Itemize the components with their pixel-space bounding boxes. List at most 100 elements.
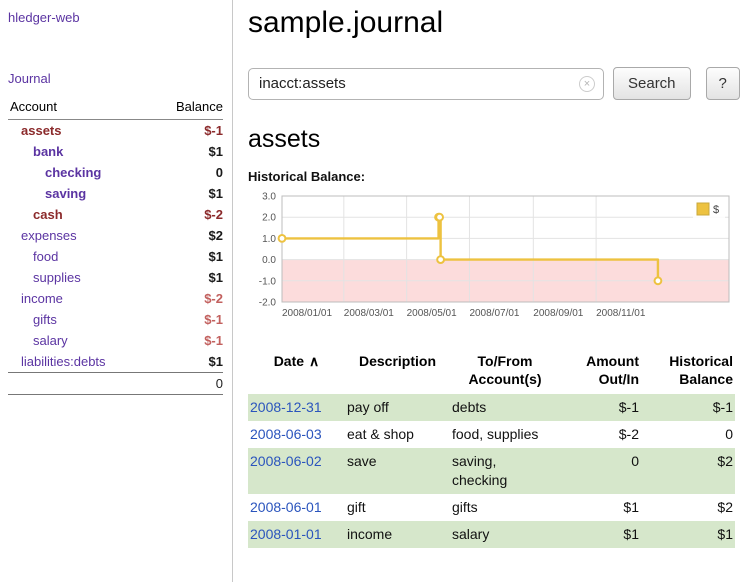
account-link[interactable]: assets	[21, 123, 61, 138]
account-name-cell: salary	[8, 330, 151, 351]
svg-text:2008/05/01: 2008/05/01	[407, 308, 457, 319]
brand-link[interactable]: hledger-web	[8, 10, 223, 25]
svg-text:2008/03/01: 2008/03/01	[344, 308, 394, 319]
transaction-date-link[interactable]: 2008-12-31	[250, 399, 322, 415]
transaction-date-cell: 2008-06-02	[248, 448, 345, 494]
account-link[interactable]: income	[21, 291, 63, 306]
account-row: checking0	[8, 162, 223, 183]
account-link[interactable]: salary	[33, 333, 68, 348]
account-name-cell: assets	[8, 120, 151, 142]
transaction-date-link[interactable]: 2008-01-01	[250, 526, 322, 542]
transaction-running-balance: $1	[641, 521, 735, 548]
svg-text:1.0: 1.0	[262, 234, 276, 245]
transaction-running-balance: $2	[641, 494, 735, 521]
register-body: 2008-12-31pay offdebts$-1$-12008-06-03ea…	[248, 394, 735, 547]
search-input[interactable]	[248, 68, 604, 100]
account-row: income $-2	[8, 288, 223, 309]
account-balance: $1	[151, 183, 223, 204]
svg-text:2.0: 2.0	[262, 213, 276, 224]
balance-chart-svg: -2.0-1.00.01.02.03.02008/01/012008/03/01…	[248, 190, 735, 332]
transaction-date-cell: 2008-06-01	[248, 494, 345, 521]
account-name-cell: cash	[8, 204, 151, 225]
header-line: Historical	[643, 352, 733, 370]
account-link[interactable]: supplies	[33, 270, 81, 285]
account-total-row: 0	[8, 373, 223, 395]
transaction-accounts: gifts	[450, 494, 560, 521]
account-link[interactable]: cash	[33, 207, 63, 222]
account-link[interactable]: expenses	[21, 228, 77, 243]
help-button[interactable]: ?	[706, 67, 740, 100]
account-balance: $1	[151, 351, 223, 373]
chart-legend: $	[693, 200, 725, 218]
account-name-cell: income	[8, 288, 151, 309]
search-button[interactable]: Search	[613, 67, 691, 100]
header-line: Date∧	[250, 352, 343, 370]
svg-text:0.0: 0.0	[262, 255, 276, 266]
account-balance: $1	[151, 246, 223, 267]
transaction-running-balance: $-1	[641, 394, 735, 421]
account-balance: $-2	[151, 288, 223, 309]
account-row: salary$-1	[8, 330, 223, 351]
account-name-cell: liabilities:debts	[8, 351, 151, 373]
account-row: assets$-1	[8, 120, 223, 142]
account-row: expenses $2	[8, 225, 223, 246]
transaction-amount: $-1	[560, 394, 641, 421]
account-link[interactable]: bank	[33, 144, 63, 159]
register-column-header[interactable]: Date∧	[248, 350, 345, 394]
account-name-cell: expenses	[8, 225, 151, 246]
account-name-cell: food	[8, 246, 151, 267]
register-row: 2008-06-02savesaving,checking0$2	[248, 448, 735, 494]
transaction-description: save	[345, 448, 450, 494]
account-link[interactable]: liabilities:debts	[21, 354, 106, 369]
header-line: Balance	[643, 370, 733, 388]
transaction-date-link[interactable]: 2008-06-03	[250, 426, 322, 442]
clear-search-icon[interactable]: ×	[579, 76, 595, 92]
transaction-amount: $1	[560, 494, 641, 521]
svg-text:-2.0: -2.0	[259, 298, 277, 309]
svg-text:-1.0: -1.0	[259, 276, 277, 287]
account-link[interactable]: gifts	[33, 312, 57, 327]
transaction-date-cell: 2008-12-31	[248, 394, 345, 421]
sidebar: hledger-web Journal Account Balance asse…	[0, 0, 233, 582]
transaction-accounts: salary	[450, 521, 560, 548]
transaction-date-cell: 2008-06-03	[248, 421, 345, 448]
account-balance: $2	[151, 225, 223, 246]
register-column-header: Description	[345, 350, 450, 394]
register-row: 2008-06-01 giftgifts$1$2	[248, 494, 735, 521]
balance-column-header: Balance	[151, 99, 223, 120]
transaction-description: gift	[345, 494, 450, 521]
balance-chart: -2.0-1.00.01.02.03.02008/01/012008/03/01…	[248, 190, 740, 335]
transaction-date-link[interactable]: 2008-06-02	[250, 453, 322, 469]
transaction-running-balance: 0	[641, 421, 735, 448]
transaction-accounts: debts	[450, 394, 560, 421]
account-name-cell: saving	[8, 183, 151, 204]
account-link[interactable]: food	[33, 249, 58, 264]
sort-asc-icon: ∧	[309, 353, 319, 369]
account-name-cell: supplies	[8, 267, 151, 288]
account-name-cell: bank	[8, 141, 151, 162]
register-column-header: To/FromAccount(s)	[450, 350, 560, 394]
account-row: supplies$1	[8, 267, 223, 288]
account-row: bank $1	[8, 141, 223, 162]
register-column-header: AmountOut/In	[560, 350, 641, 394]
svg-text:2008/07/01: 2008/07/01	[469, 308, 519, 319]
register-table: Date∧DescriptionTo/FromAccount(s)AmountO…	[248, 350, 735, 548]
search-input-wrap: ×	[248, 68, 604, 100]
account-balance: $-1	[151, 309, 223, 330]
account-balance: $1	[151, 141, 223, 162]
account-tree: Account Balance assets$-1bank$1checking0…	[8, 99, 223, 395]
legend-swatch	[697, 203, 709, 215]
transaction-date-link[interactable]: 2008-06-01	[250, 499, 322, 515]
account-row: liabilities:debts $1	[8, 351, 223, 373]
account-link[interactable]: checking	[45, 165, 101, 180]
legend-label: $	[713, 204, 719, 216]
account-tree-body: assets$-1bank$1checking0saving$1cash$-2e…	[8, 120, 223, 373]
app-root: hledger-web Journal Account Balance asse…	[0, 0, 742, 582]
transaction-date-cell: 2008-01-01	[248, 521, 345, 548]
nav-journal-link[interactable]: Journal	[8, 71, 223, 86]
register-row: 2008-06-03eat & shopfood, supplies$-20	[248, 421, 735, 448]
register-head-row: Date∧DescriptionTo/FromAccount(s)AmountO…	[248, 350, 735, 394]
page-title: sample.journal	[248, 6, 740, 40]
account-link[interactable]: saving	[45, 186, 86, 201]
account-heading: assets	[248, 125, 740, 154]
